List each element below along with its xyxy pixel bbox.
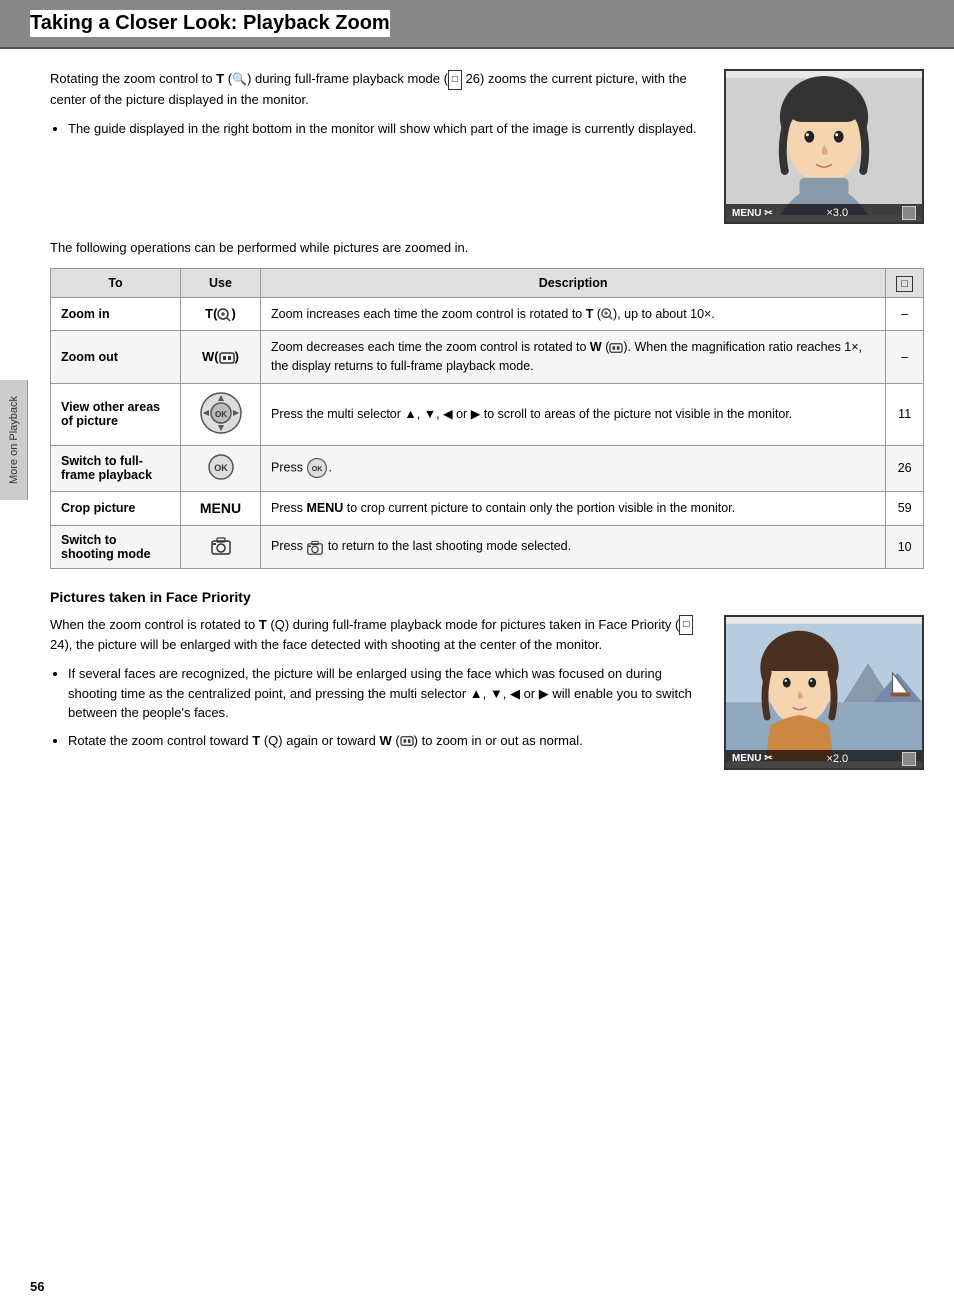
page-title: Taking a Closer Look: Playback Zoom xyxy=(30,10,390,37)
svg-text:OK: OK xyxy=(215,410,227,419)
row-desc-fullframe: Press OK. xyxy=(261,445,886,491)
row-desc-zoom-out: Zoom decreases each time the zoom contro… xyxy=(261,331,886,384)
col-header-to: To xyxy=(51,268,181,297)
row-ref-shooting: 10 xyxy=(886,525,924,568)
multi-selector-icon: OK xyxy=(199,391,243,435)
table-row: Zoom in T() Zoom increases each time the… xyxy=(51,297,924,331)
intro-bullet-1: The guide displayed in the right bottom … xyxy=(68,119,704,139)
camera-icon xyxy=(210,535,232,555)
intro-section: Rotating the zoom control to T (🔍) durin… xyxy=(50,69,924,224)
intro-paragraph: Rotating the zoom control to T (🔍) durin… xyxy=(50,69,704,111)
camera-display-image: MENU ✂ ×3.0 xyxy=(724,69,924,224)
row-ref-view-areas: 11 xyxy=(886,383,924,445)
col-header-description: Description xyxy=(261,268,886,297)
row-use-zoom-in: T() xyxy=(181,297,261,331)
row-use-view-areas: OK xyxy=(181,383,261,445)
svg-text:OK: OK xyxy=(214,463,228,473)
ok-button-icon: OK xyxy=(207,453,235,481)
t-icon: T() xyxy=(205,306,236,321)
face-priority-text: When the zoom control is rotated to T (Q… xyxy=(50,615,704,770)
face-bullet-2: Rotate the zoom control toward T (Q) aga… xyxy=(68,731,704,751)
row-desc-shooting: Press to return to the last shooting mod… xyxy=(261,525,886,568)
face-section-body: When the zoom control is rotated to T (Q… xyxy=(50,615,924,770)
face-illustration-2 xyxy=(726,617,922,768)
table-row: Switch to full-frame playback OK Press O… xyxy=(51,445,924,491)
row-to-zoom-out: Zoom out xyxy=(51,331,181,384)
row-desc-view-areas: Press the multi selector ▲, ▼, ◀ or ▶ to… xyxy=(261,383,886,445)
table-header-row: To Use Description □ xyxy=(51,268,924,297)
position-indicator-1 xyxy=(902,206,916,220)
menu-label-1: MENU ✂ xyxy=(732,208,773,219)
svg-text:OK: OK xyxy=(312,466,323,473)
table-row: Crop picture MENU Press MENU to crop cur… xyxy=(51,491,924,525)
row-ref-crop: 59 xyxy=(886,491,924,525)
face-priority-image: MENU ✂ ×2.0 xyxy=(724,615,924,770)
col-header-use: Use xyxy=(181,268,261,297)
intro-bullets: The guide displayed in the right bottom … xyxy=(50,119,704,139)
intro-text: Rotating the zoom control to T (🔍) durin… xyxy=(50,69,704,224)
main-content: Rotating the zoom control to T (🔍) durin… xyxy=(0,49,954,790)
face-priority-title: Pictures taken in Face Priority xyxy=(50,589,924,605)
row-to-shooting: Switch to shooting mode xyxy=(51,525,181,568)
face-bullet-1: If several faces are recognized, the pic… xyxy=(68,664,704,723)
face-priority-bullets: If several faces are recognized, the pic… xyxy=(50,664,704,750)
display-hud-2: MENU ✂ ×2.0 xyxy=(726,750,922,768)
row-desc-zoom-in: Zoom increases each time the zoom contro… xyxy=(261,297,886,331)
menu-button-label: MENU xyxy=(200,500,241,516)
row-ref-zoom-in: – xyxy=(886,297,924,331)
table-row: Zoom out W() Zoom decreases each time th… xyxy=(51,331,924,384)
operations-table: To Use Description □ Zoom in T() Zoom in… xyxy=(50,268,924,569)
position-indicator-2 xyxy=(902,752,916,766)
display-hud-1: MENU ✂ ×3.0 xyxy=(726,204,922,222)
header-bar: Taking a Closer Look: Playback Zoom xyxy=(0,0,954,49)
zoom-level-2: ×2.0 xyxy=(826,753,848,765)
table-row: Switch to shooting mode Press to return … xyxy=(51,525,924,568)
row-use-shooting xyxy=(181,525,261,568)
row-to-view-areas: View other areas of picture xyxy=(51,383,181,445)
page-number: 56 xyxy=(30,1279,44,1294)
face-illustration-1 xyxy=(726,71,922,222)
face-priority-para1: When the zoom control is rotated to T (Q… xyxy=(50,615,704,657)
row-ref-zoom-out: – xyxy=(886,331,924,384)
row-use-fullframe: OK xyxy=(181,445,261,491)
col-header-ref: □ xyxy=(886,268,924,297)
w-icon: W() xyxy=(202,349,239,364)
row-ref-fullframe: 26 xyxy=(886,445,924,491)
zoom-level-1: ×3.0 xyxy=(826,207,848,219)
row-to-zoom-in: Zoom in xyxy=(51,297,181,331)
row-desc-crop: Press MENU to crop current picture to co… xyxy=(261,491,886,525)
face-priority-section: Pictures taken in Face Priority When the… xyxy=(50,589,924,770)
table-row: View other areas of picture OK xyxy=(51,383,924,445)
row-to-fullframe: Switch to full-frame playback xyxy=(51,445,181,491)
operations-note: The following operations can be performe… xyxy=(50,238,924,258)
camera-screen-1: MENU ✂ ×3.0 xyxy=(724,69,924,224)
row-to-crop: Crop picture xyxy=(51,491,181,525)
page-wrapper: Taking a Closer Look: Playback Zoom More… xyxy=(0,0,954,1314)
camera-screen-2: MENU ✂ ×2.0 xyxy=(724,615,924,770)
menu-label-2: MENU ✂ xyxy=(732,753,773,764)
row-use-crop: MENU xyxy=(181,491,261,525)
row-use-zoom-out: W() xyxy=(181,331,261,384)
